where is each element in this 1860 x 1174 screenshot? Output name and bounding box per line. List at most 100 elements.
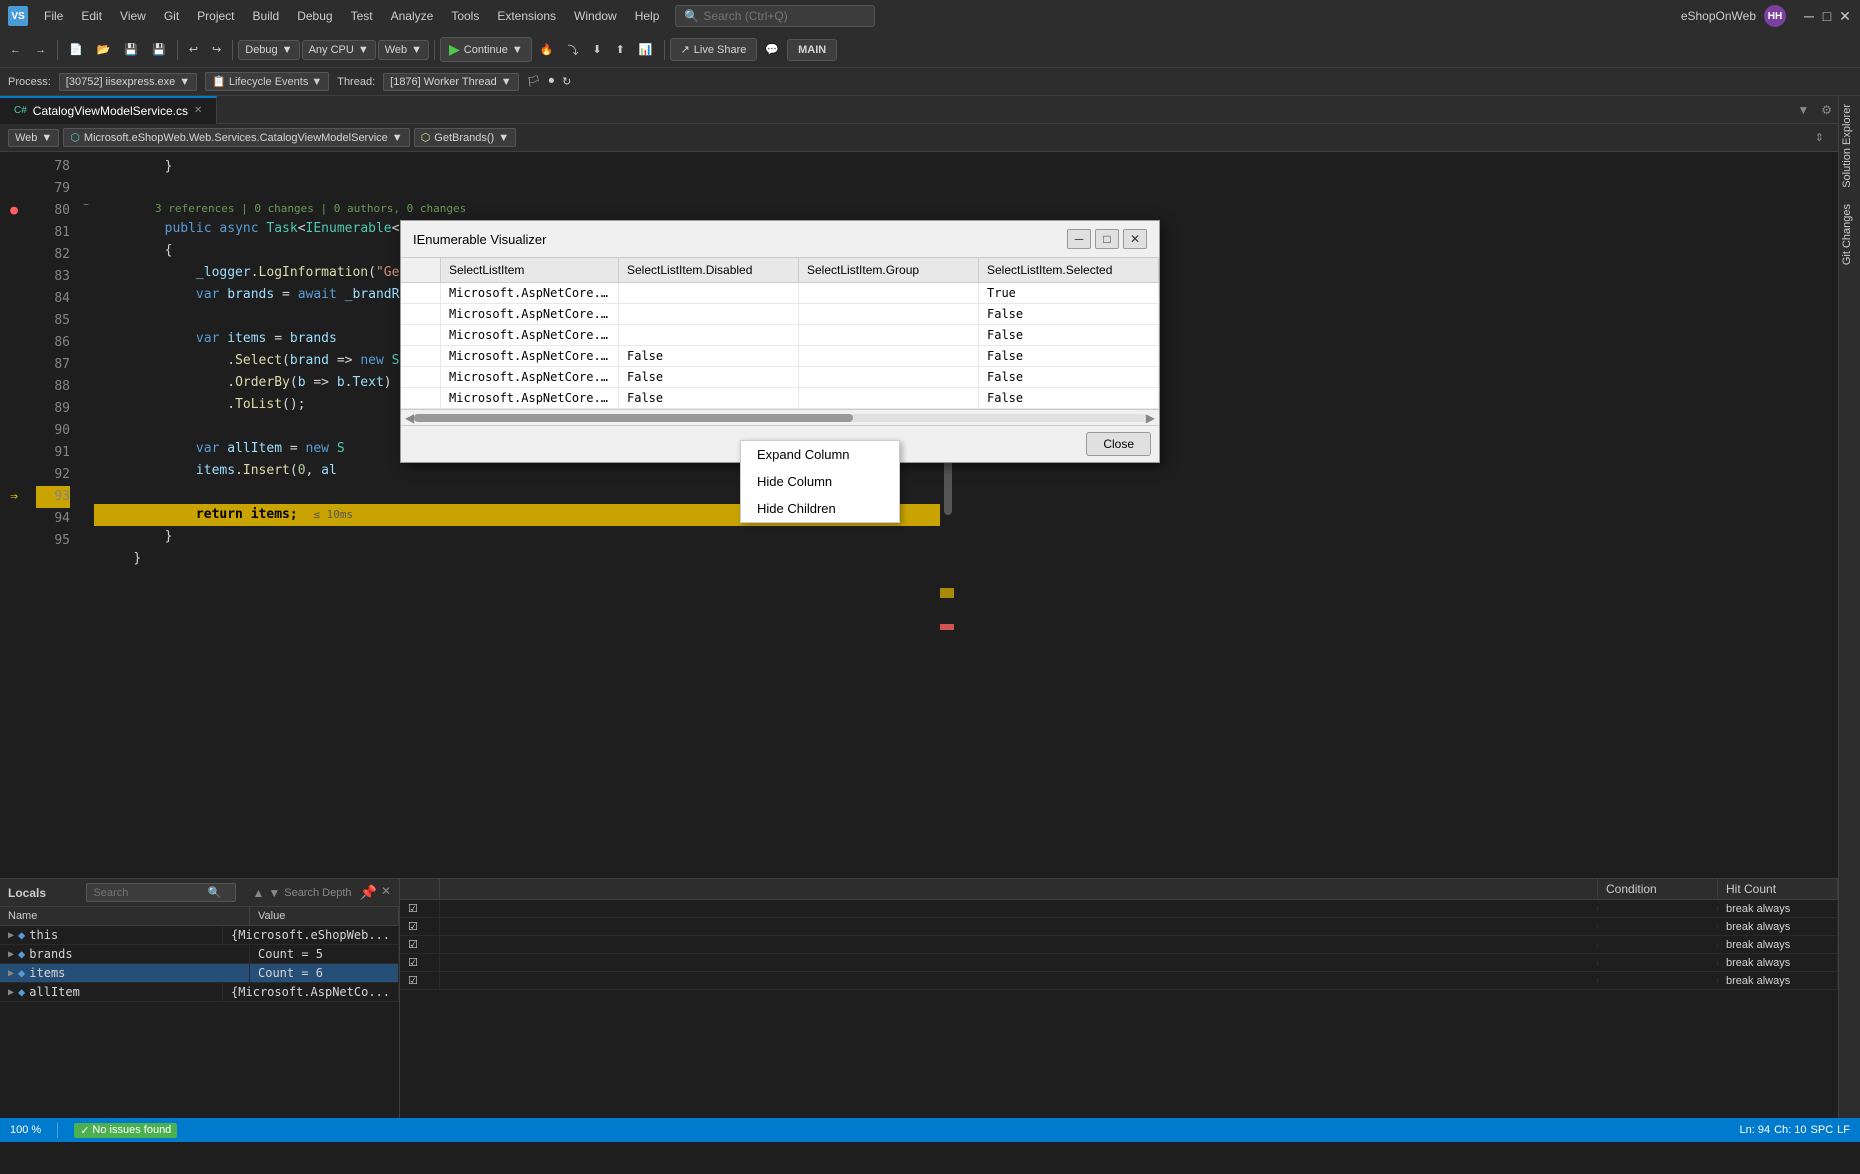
menu-project[interactable]: Project	[189, 5, 242, 27]
bp-check-1[interactable]: ☑	[400, 900, 440, 917]
dialog-minimize-btn[interactable]: ─	[1067, 229, 1091, 249]
menu-file[interactable]: File	[36, 5, 71, 27]
menu-edit[interactable]: Edit	[73, 5, 110, 27]
bp-row-5[interactable]: ☑ break always	[400, 972, 1838, 990]
dialog-row-1[interactable]: Microsoft.AspNetCore.Mvc.Rendering.Selec…	[401, 304, 1159, 325]
hot-reload-button[interactable]: 🔥	[534, 40, 560, 59]
forward-button[interactable]: →	[29, 41, 52, 59]
dialog-th-1[interactable]: SelectListItem	[441, 258, 619, 282]
step-out-button[interactable]: ⬆	[610, 40, 631, 59]
new-file-button[interactable]: 📄	[63, 40, 89, 59]
diagnostics-button[interactable]: 📊	[633, 40, 659, 59]
dialog-row-0[interactable]: Microsoft.AspNetCore.Mvc.Rendering.Selec…	[401, 283, 1159, 304]
bp-row-2[interactable]: ☑ break always	[400, 918, 1838, 936]
pin-button[interactable]: 📌	[360, 884, 377, 901]
dialog-close-button[interactable]: Close	[1086, 432, 1151, 456]
global-search-box[interactable]: 🔍	[675, 5, 875, 27]
menu-test[interactable]: Test	[343, 5, 381, 27]
bp-check-3[interactable]: ☑	[400, 936, 440, 953]
menu-git[interactable]: Git	[156, 5, 187, 27]
scope-dropdown[interactable]: Web ▼	[8, 129, 59, 147]
bp-check-5[interactable]: ☑	[400, 972, 440, 989]
user-avatar[interactable]: HH	[1764, 5, 1786, 27]
dialog-row-5[interactable]: Microsoft.AspNetCore.Mvc.Rendering.Selec…	[401, 388, 1159, 409]
dialog-maximize-btn[interactable]: □	[1095, 229, 1119, 249]
dialog-row-2[interactable]: Microsoft.AspNetCore.Mvc.Rendering.Selec…	[401, 325, 1159, 346]
dialog-scrollbar[interactable]: ◀ ▶	[401, 409, 1159, 425]
menu-extensions[interactable]: Extensions	[489, 5, 564, 27]
redo-button[interactable]: ↪	[206, 40, 227, 59]
minimize-button[interactable]: ─	[1802, 9, 1816, 23]
tab-close-button[interactable]: ✕	[194, 105, 202, 116]
expand-items[interactable]: ▶	[8, 968, 14, 979]
platform-dropdown[interactable]: Any CPU ▼	[302, 40, 376, 60]
expand-brands[interactable]: ▶	[8, 949, 14, 960]
git-changes-tab[interactable]: Git Changes	[1839, 196, 1860, 273]
continue-button[interactable]: ▶ Continue ▼	[440, 37, 532, 62]
locals-row-allitem[interactable]: ▶ ◆ allItem {Microsoft.AspNetCo...	[0, 983, 399, 1002]
maximize-button[interactable]: □	[1820, 9, 1834, 23]
dialog-close-btn[interactable]: ✕	[1123, 229, 1147, 249]
debug-mode-dropdown[interactable]: Debug ▼	[238, 40, 299, 60]
menu-tools[interactable]: Tools	[443, 5, 487, 27]
save-all-button[interactable]: 💾	[146, 40, 172, 59]
lifecycle-events-btn[interactable]: 📋 Lifecycle Events ▼	[205, 72, 329, 91]
send-feedback-button[interactable]: 💬	[759, 40, 785, 59]
expand-this[interactable]: ▶	[8, 930, 14, 941]
dialog-th-2[interactable]: SelectListItem.Disabled	[619, 258, 799, 282]
bp-check-4[interactable]: ☑	[400, 954, 440, 971]
locals-row-items[interactable]: ▶ ◆ items Count = 6	[0, 964, 399, 983]
tab-catalogviewmodelservice[interactable]: C# CatalogViewModelService.cs ✕	[0, 96, 217, 124]
menu-debug[interactable]: Debug	[289, 5, 340, 27]
thread-dropdown[interactable]: [1876] Worker Thread ▼	[383, 73, 519, 91]
locals-row-this[interactable]: ▶ ◆ this {Microsoft.eShopWeb...	[0, 926, 399, 945]
up-arrow-btn[interactable]: ▲	[252, 886, 264, 900]
bp-row-4[interactable]: ☑ break always	[400, 954, 1838, 972]
ienumerable-dialog[interactable]: IEnumerable Visualizer ─ □ ✕ SelectListI…	[400, 220, 1160, 463]
col-80[interactable]: −	[78, 200, 94, 222]
down-arrow-btn[interactable]: ▼	[268, 886, 280, 900]
settings-button[interactable]: ⚙	[1815, 103, 1838, 117]
bp-check-2[interactable]: ☑	[400, 918, 440, 935]
expand-allitem[interactable]: ▶	[8, 987, 14, 998]
save-button[interactable]: 💾	[118, 40, 144, 59]
status-issues[interactable]: ✓ No issues found	[74, 1123, 177, 1138]
close-button[interactable]: ✕	[1838, 9, 1852, 23]
menu-analyze[interactable]: Analyze	[383, 5, 442, 27]
global-search-input[interactable]	[703, 9, 843, 23]
open-button[interactable]: 📂	[91, 40, 117, 59]
process-dropdown[interactable]: [30752] iisexpress.exe ▼	[59, 73, 197, 91]
live-share-button[interactable]: ↗ Live Share	[670, 38, 758, 61]
dialog-th-3[interactable]: SelectListItem.Group	[799, 258, 979, 282]
service-dropdown[interactable]: ⬡ Microsoft.eShopWeb.Web.Services.Catalo…	[63, 128, 409, 147]
main-branch-button[interactable]: MAIN	[787, 39, 837, 61]
undo-button[interactable]: ↩	[183, 40, 204, 59]
status-line[interactable]: Ln: 94 Ch: 10 SPC LF	[1740, 1124, 1850, 1136]
dialog-row-3[interactable]: Microsoft.AspNetCore.Mvc.Rendering.Selec…	[401, 346, 1159, 367]
locals-search-input[interactable]	[93, 887, 203, 899]
target-dropdown[interactable]: Web ▼	[378, 40, 429, 60]
dialog-scrollbar-thumb[interactable]	[414, 414, 853, 422]
locals-search-box[interactable]: 🔍	[86, 883, 236, 902]
method-dropdown[interactable]: ⬡ GetBrands() ▼	[414, 128, 516, 147]
back-button[interactable]: ←	[4, 41, 27, 59]
step-over-button[interactable]: ⤵	[561, 39, 584, 61]
nav-expand-button[interactable]: ⇕	[1809, 131, 1830, 144]
status-zoom[interactable]: 100 %	[10, 1124, 41, 1136]
menu-build[interactable]: Build	[245, 5, 288, 27]
close-panel-button[interactable]: ✕	[381, 884, 391, 901]
scroll-right-btn[interactable]: ▶	[1146, 411, 1155, 425]
menu-window[interactable]: Window	[566, 5, 625, 27]
dialog-th-4[interactable]: SelectListItem.Selected	[979, 258, 1159, 282]
bp-row-1[interactable]: ☑ break always	[400, 900, 1838, 918]
menu-view[interactable]: View	[112, 5, 154, 27]
dialog-row-4[interactable]: Microsoft.AspNetCore.Mvc.Rendering.Selec…	[401, 367, 1159, 388]
locals-row-brands[interactable]: ▶ ◆ brands Count = 5	[0, 945, 399, 964]
bp-row-3[interactable]: ☑ break always	[400, 936, 1838, 954]
scroll-left-btn[interactable]: ◀	[405, 411, 414, 425]
tab-dropdown-button[interactable]: ▼	[1791, 103, 1815, 117]
step-into-button[interactable]: ⬇	[586, 40, 607, 59]
solution-explorer-tab[interactable]: Solution Explorer	[1839, 96, 1860, 196]
menu-help[interactable]: Help	[627, 5, 668, 27]
dialog-scrollbar-track[interactable]	[414, 414, 1146, 422]
